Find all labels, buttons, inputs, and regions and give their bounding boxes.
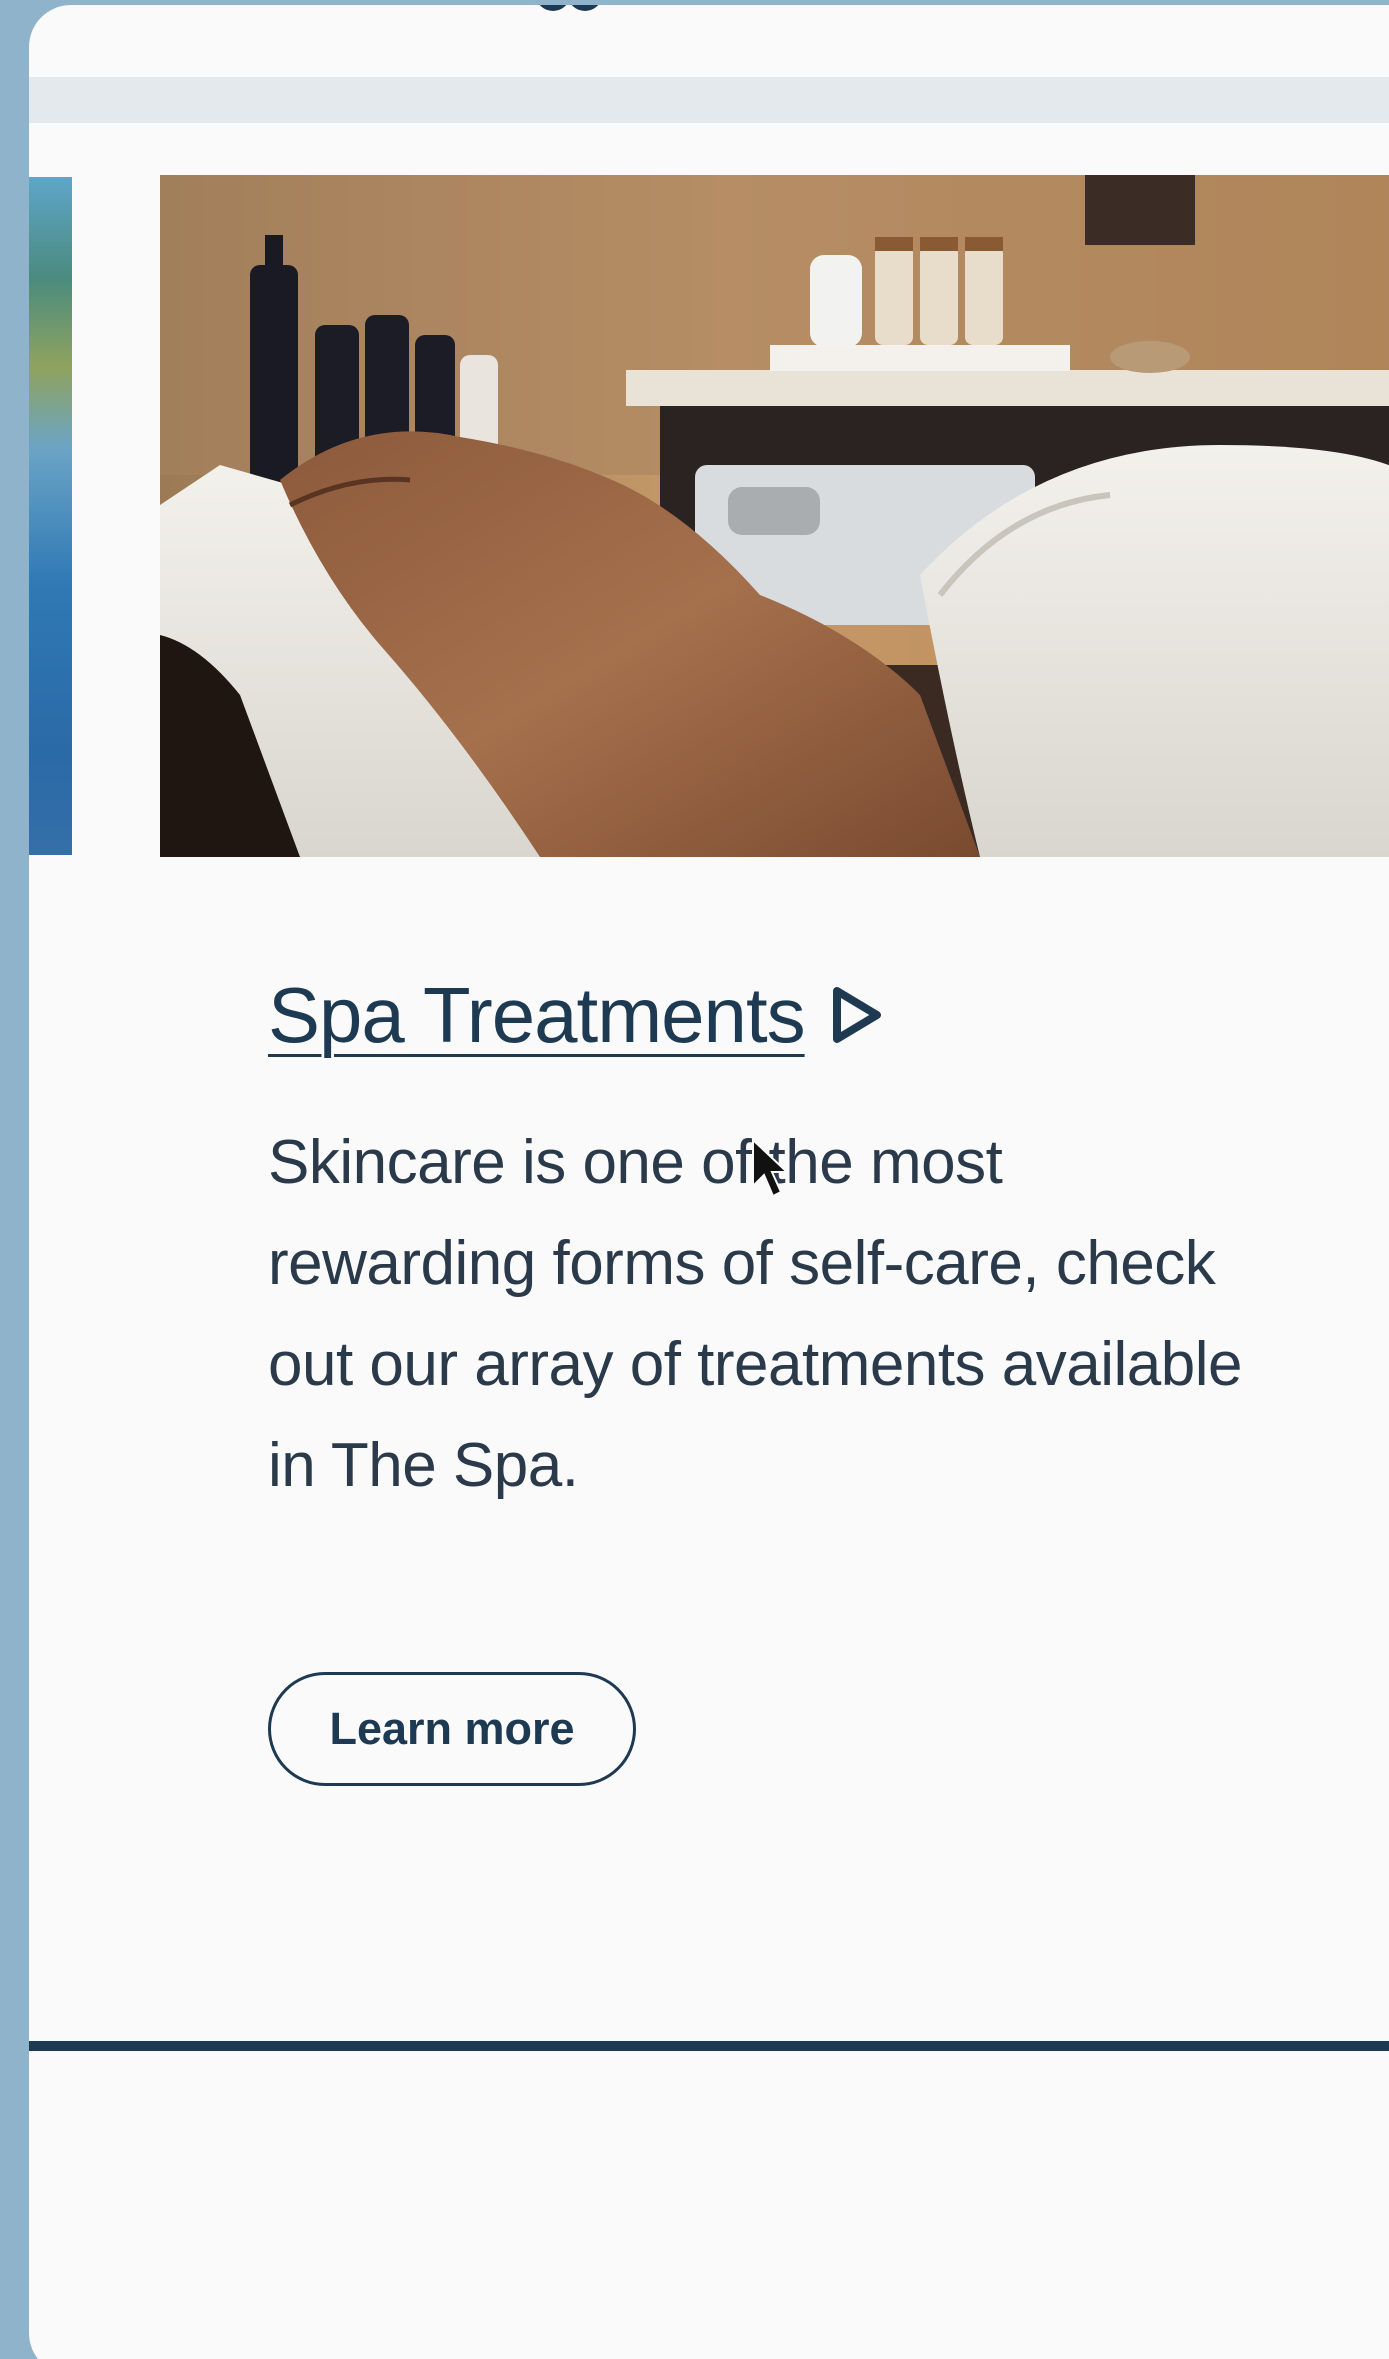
card-title-link[interactable]: Spa Treatments [268, 970, 806, 1061]
learn-more-button[interactable]: Learn more [268, 1672, 636, 1786]
section-divider [29, 2041, 1389, 2051]
spa-treatment-image [160, 175, 1389, 857]
card-body: Spa Treatments Skincare is one of the mo… [268, 960, 1268, 1516]
previous-card-image[interactable] [29, 177, 72, 855]
mouse-cursor-icon [752, 1138, 789, 1198]
logo-fragment-icon [539, 5, 599, 11]
card-title-row: Spa Treatments [268, 960, 1268, 1070]
play-triangle-icon[interactable] [827, 983, 887, 1047]
content-panel: Spa Treatments Skincare is one of the mo… [29, 5, 1389, 2359]
header-band [29, 77, 1389, 123]
